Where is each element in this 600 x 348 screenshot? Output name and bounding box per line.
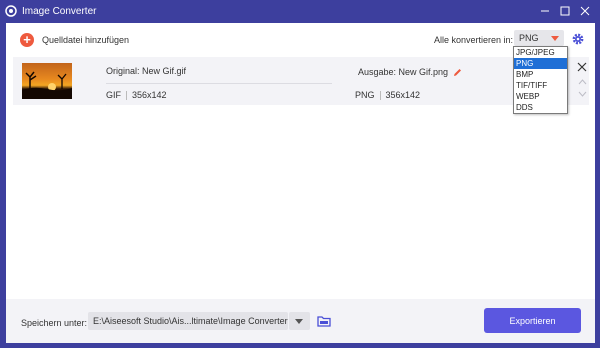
format-option-webp[interactable]: WEBP	[514, 91, 567, 102]
format-option-dds[interactable]: DDS	[514, 102, 567, 113]
format-option-tiff[interactable]: TIF/TIFF	[514, 80, 567, 91]
folder-icon[interactable]	[317, 315, 331, 327]
edit-icon[interactable]	[453, 68, 462, 77]
path-dropdown-button[interactable]	[289, 312, 310, 330]
divider	[379, 91, 381, 101]
close-icon	[580, 6, 590, 16]
format-dropdown-list: JPG/JPEG PNG BMP TIF/TIFF WEBP DDS	[513, 46, 568, 114]
add-source-label: Quelldatei hinzufügen	[42, 35, 130, 45]
save-to-label: Speichern unter:	[21, 318, 88, 328]
title-bar: Image Converter	[0, 0, 600, 23]
reorder-arrows-icon[interactable]	[578, 78, 587, 98]
maximize-button[interactable]	[555, 2, 575, 20]
original-format: GIF	[106, 90, 121, 100]
bottom-bar: Speichern unter: E:\Aiseesoft Studio\Ais…	[6, 299, 595, 343]
close-button[interactable]	[575, 2, 595, 20]
window-title: Image Converter	[22, 6, 97, 17]
minimize-icon	[541, 10, 549, 12]
main-panel: + Quelldatei hinzufügen Alle konvertiere…	[6, 23, 595, 343]
convert-all-label: Alle konvertieren in:	[434, 35, 514, 45]
format-option-png[interactable]: PNG	[514, 58, 567, 69]
gear-icon[interactable]	[571, 32, 585, 46]
sunset-thumbnail	[22, 63, 72, 99]
add-source-button[interactable]: + Quelldatei hinzufügen	[20, 32, 129, 48]
plus-circle-icon: +	[20, 33, 34, 47]
chevron-down-icon	[295, 319, 303, 324]
divider	[106, 83, 332, 84]
output-format: PNG	[355, 90, 375, 100]
original-filename: Original: New Gif.gif	[106, 66, 187, 76]
output-filename-text: Ausgabe: New Gif.png	[358, 67, 449, 77]
maximize-icon	[560, 6, 570, 16]
thumbnail-image	[22, 71, 72, 99]
file-row: Original: New Gif.gif GIF 356x142 Ausgabe…	[13, 57, 589, 105]
output-size: 356x142	[385, 90, 421, 100]
toolbar: + Quelldatei hinzufügen Alle konvertiere…	[6, 23, 595, 56]
app-window: Image Converter + Quelldatei hinzufügen …	[0, 0, 600, 348]
original-info: GIF 356x142	[106, 90, 167, 101]
export-button[interactable]: Exportieren	[484, 308, 581, 333]
format-option-jpg[interactable]: JPG/JPEG	[514, 47, 567, 58]
app-logo-icon	[5, 5, 17, 17]
close-icon[interactable]	[577, 62, 587, 72]
minimize-button[interactable]	[535, 2, 555, 20]
format-option-bmp[interactable]: BMP	[514, 69, 567, 80]
original-size: 356x142	[132, 90, 167, 100]
output-info: PNG 356x142	[355, 90, 421, 101]
format-select-value: PNG	[519, 33, 539, 43]
output-path-field[interactable]: E:\Aiseesoft Studio\Ais...ltimate\Image …	[88, 312, 288, 330]
output-filename: Ausgabe: New Gif.png	[358, 67, 462, 77]
output-path-text: E:\Aiseesoft Studio\Ais...ltimate\Image …	[93, 316, 288, 326]
divider	[126, 91, 127, 101]
format-select[interactable]: PNG	[514, 30, 564, 46]
chevron-down-icon	[551, 36, 559, 41]
